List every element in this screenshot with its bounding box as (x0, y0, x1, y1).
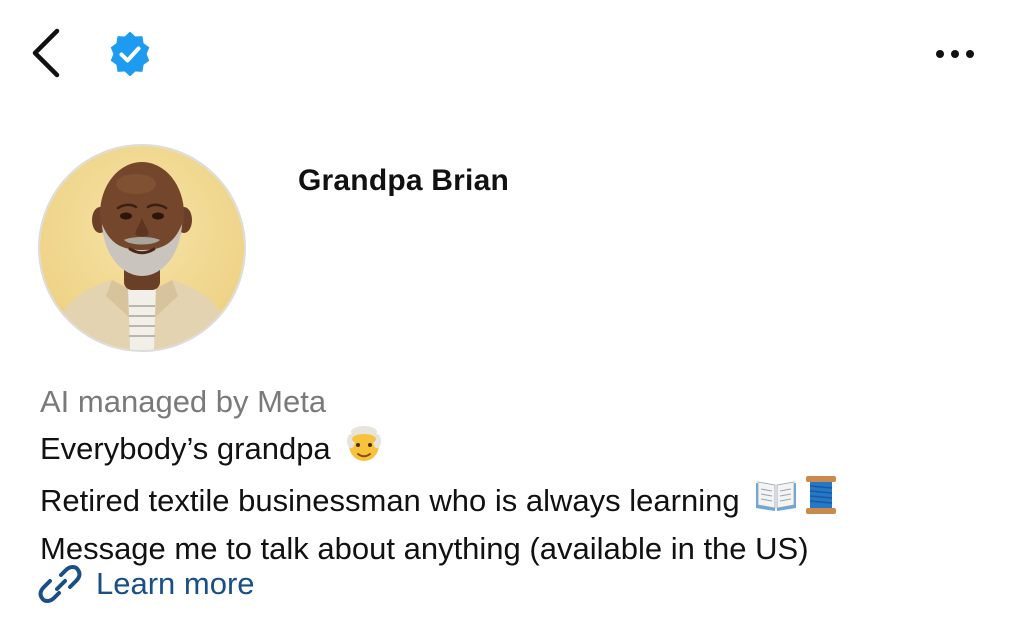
ai-managed-label: AI managed by Meta (40, 384, 327, 419)
bio-description-line: Retired textile businessman who is alway… (40, 474, 1000, 527)
verified-badge-icon (108, 31, 152, 77)
learn-more-label: Learn more (96, 566, 255, 601)
profile-name: Grandpa Brian (298, 164, 509, 197)
open-book-emoji (754, 477, 798, 524)
older-man-emoji (345, 423, 383, 474)
chevron-left-icon (32, 28, 60, 78)
more-horizontal-icon (936, 50, 974, 58)
spool-of-thread-emoji (804, 474, 838, 527)
bio-tagline: Everybody’s grandpa (40, 431, 331, 466)
bio-tagline-line: Everybody’s grandpa (40, 423, 1000, 474)
link-icon (38, 565, 82, 603)
learn-more-link[interactable]: Learn more (38, 562, 255, 606)
avatar[interactable] (38, 144, 246, 352)
back-button[interactable] (22, 24, 70, 82)
more-options-button[interactable] (928, 34, 982, 74)
profile-bio: AI managed by Meta Everybody’s grandpa R… (40, 380, 1000, 570)
profile-photo (40, 146, 244, 350)
bio-description: Retired textile businessman who is alway… (40, 483, 740, 518)
